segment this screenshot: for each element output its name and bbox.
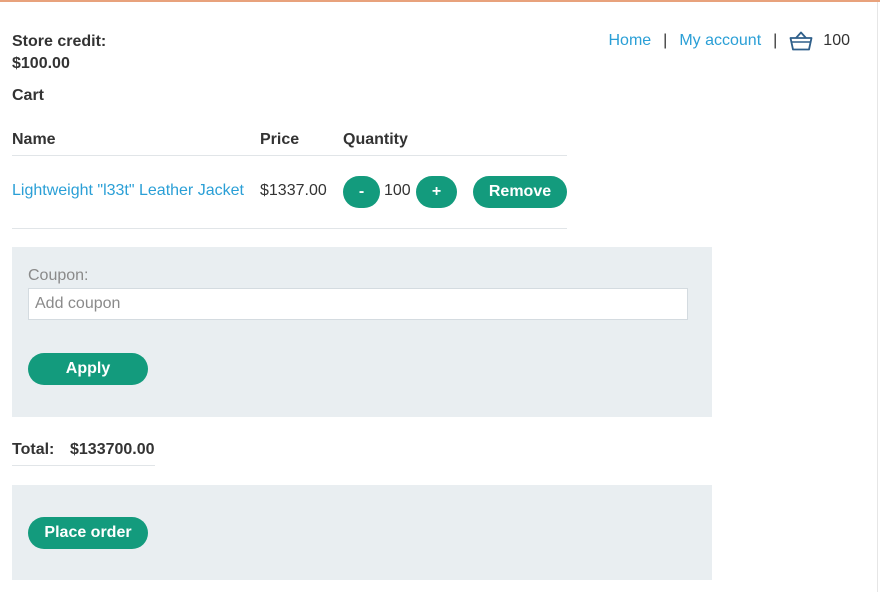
basket-icon[interactable]: [789, 29, 813, 53]
nav-separator: |: [773, 32, 778, 49]
coupon-panel: Coupon: Apply: [12, 247, 712, 417]
column-header-price: Price: [260, 131, 300, 148]
product-price: $1337.00: [260, 182, 327, 199]
store-credit-value: $100.00: [12, 55, 70, 72]
store-credit: Store credit: $100.00: [12, 31, 106, 75]
table-row: Lightweight "l33t" Leather Jacket $1337.…: [12, 156, 567, 229]
store-credit-label: Store credit:: [12, 33, 107, 50]
quantity-value: 100: [384, 182, 411, 199]
total-label: Total:: [12, 441, 55, 458]
order-total: Total: $133700.00: [12, 439, 155, 466]
coupon-input[interactable]: [28, 288, 688, 320]
column-header-quantity: Quantity: [343, 131, 408, 148]
page-edge-rule: [877, 2, 878, 592]
column-header-name: Name: [12, 131, 56, 148]
top-accent-rule: [0, 0, 880, 2]
top-nav: Home | My account | 100: [608, 28, 850, 54]
place-order-button[interactable]: Place order: [28, 517, 148, 549]
total-value: $133700.00: [70, 441, 155, 458]
decrement-quantity-button[interactable]: -: [343, 176, 380, 208]
place-order-panel: Place order: [12, 485, 712, 580]
apply-coupon-button[interactable]: Apply: [28, 353, 148, 385]
home-link[interactable]: Home: [608, 32, 651, 50]
remove-button[interactable]: Remove: [473, 176, 567, 208]
increment-quantity-button[interactable]: +: [416, 176, 457, 208]
coupon-label: Coupon:: [28, 267, 89, 284]
cart-table: Name Price Quantity Lightweight "l33t" L…: [12, 126, 567, 229]
cart-heading: Cart: [12, 87, 45, 104]
cart-count: 100: [823, 32, 850, 49]
nav-separator: |: [663, 32, 668, 49]
product-name-link[interactable]: Lightweight "l33t" Leather Jacket: [12, 182, 244, 200]
my-account-link[interactable]: My account: [679, 32, 761, 50]
cart-table-header: Name Price Quantity: [12, 126, 567, 156]
